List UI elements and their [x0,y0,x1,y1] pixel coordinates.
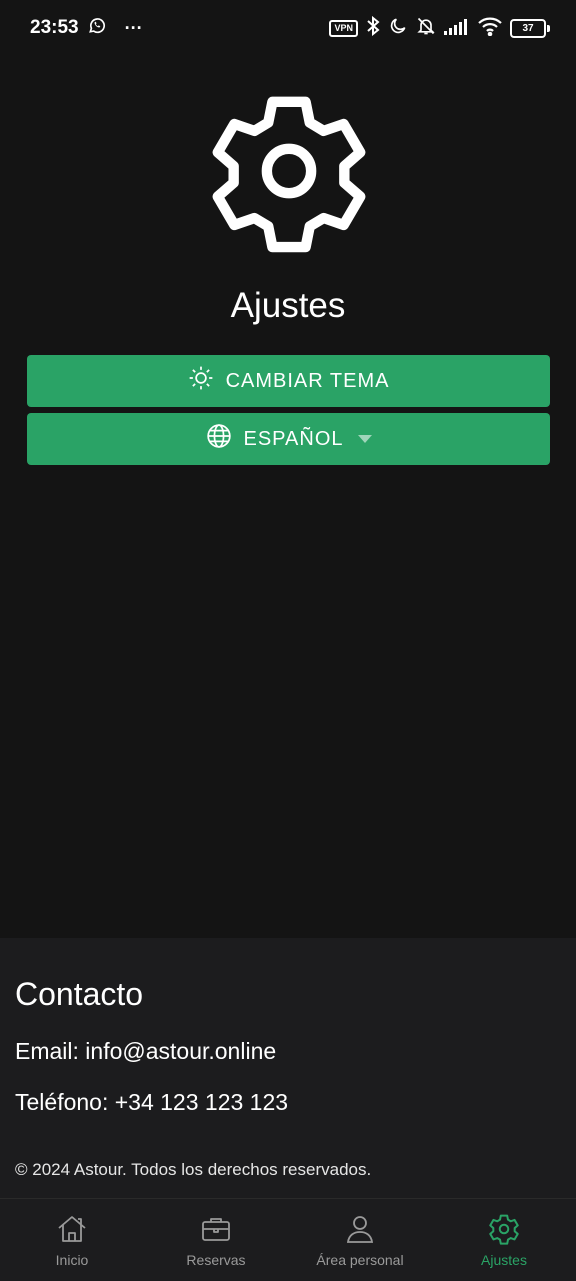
contact-title: Contacto [15,976,144,1012]
page-title: Ajustes [230,286,346,325]
more-notifications-icon: ··· [124,17,143,38]
nav-label-reservas: Reservas [186,1251,246,1268]
status-right: VPN 37 [329,15,550,41]
nav-label-inicio: Inicio [55,1251,89,1268]
status-left: 23:53 ··· [30,15,143,41]
gear-icon [488,1213,520,1248]
wifi-icon [478,16,502,41]
language-select-button[interactable]: ESPAÑOL [27,413,550,465]
globe-icon [206,423,232,455]
contact-phone: Teléfono: +34 123 123 123 [15,1089,289,1115]
bluetooth-icon [366,15,380,41]
briefcase-icon [200,1213,232,1248]
nav-item-reservas[interactable]: Reservas [144,1199,288,1281]
copyright-text: © 2024 Astour. Todos los derechos reserv… [15,1160,372,1179]
moon-icon [388,16,408,41]
battery-icon: 37 [510,18,550,38]
user-icon [344,1213,376,1248]
sun-icon [188,365,214,397]
contact-footer: Contacto Email: info@astour.online Teléf… [0,938,576,1198]
status-time: 23:53 [30,17,79,38]
nav-item-area-personal[interactable]: Área personal [288,1199,432,1281]
change-theme-button[interactable]: CAMBIAR TEMA [27,355,550,407]
home-icon [56,1213,88,1248]
nav-label-area-personal: Área personal [316,1251,404,1268]
nav-item-ajustes[interactable]: Ajustes [432,1199,576,1281]
signal-icon [444,17,470,40]
settings-gear-icon [206,86,372,256]
vpn-icon: VPN [329,19,358,37]
change-theme-label: CAMBIAR TEMA [225,369,390,392]
language-label: ESPAÑOL [243,427,344,450]
dropdown-caret-icon [357,435,372,443]
contact-email: Email: info@astour.online [15,1038,277,1064]
bell-muted-icon [416,16,436,41]
nav-item-inicio[interactable]: Inicio [0,1199,144,1281]
nav-label-ajustes: Ajustes [481,1251,527,1268]
bottom-navigation: Inicio Reservas Área personal Ajustes [0,1198,576,1281]
status-bar: 23:53 ··· VPN 37 [0,0,576,56]
whatsapp-icon [87,15,107,41]
